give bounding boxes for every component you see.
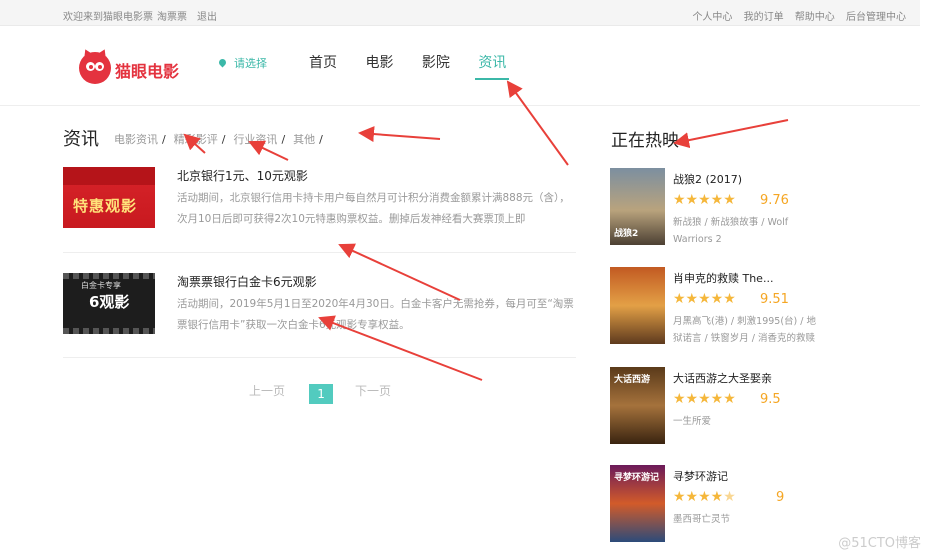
news-item[interactable]: 白金卡专享 6观影 淘票票银行白金卡6元观影 活动期间，2019年5月1日至20… <box>63 272 576 358</box>
location-pin-icon <box>217 57 228 68</box>
city-label: 请选择 <box>234 57 267 70</box>
movie-poster[interactable]: 大话西游 <box>610 367 665 444</box>
news-description: 活动期间，北京银行信用卡持卡用户每自然月可计积分消费金额累计满888元（含），次… <box>177 192 570 225</box>
movie-poster[interactable] <box>610 267 665 344</box>
watermark: @51CTO博客 <box>838 536 921 551</box>
movie-card[interactable]: 肖申克的救赎 The... ★★★★★ 9.51 月黑高飞(港) / 刺激199… <box>610 267 910 347</box>
movie-score: 9 <box>776 490 785 505</box>
prev-page-button[interactable]: 上一页 <box>249 384 285 398</box>
logo-text: 猫眼电影 <box>115 62 180 81</box>
top-bar: 欢迎来到猫眼电影票 淘票票 退出 个人中心 我的订单 帮助中心 后台管理中心 <box>0 0 920 26</box>
nav-home[interactable]: 首页 <box>309 52 337 72</box>
top-bar-links: 个人中心 我的订单 帮助中心 后台管理中心 <box>684 8 906 23</box>
username-link[interactable]: 淘票票 <box>157 12 187 23</box>
news-thumbnail[interactable]: 白金卡专享 6观影 <box>63 273 155 334</box>
nav-cinemas[interactable]: 影院 <box>422 52 450 72</box>
thumbnail-text: 特惠观影 <box>73 197 138 215</box>
rating-stars: ★★★★★ <box>673 291 736 307</box>
rating-stars: ★★★★★ <box>673 192 736 208</box>
news-headline[interactable]: 北京银行1元、10元观影 <box>177 167 308 184</box>
category-reviews[interactable]: 精彩影评 <box>174 133 218 146</box>
movie-score: 9.51 <box>760 292 789 307</box>
movie-poster[interactable]: 寻梦环游记 <box>610 465 665 542</box>
site-header: 猫眼电影 请选择 首页 电影 影院 资讯 <box>0 26 920 106</box>
news-categories: 电影资讯 / 精彩影评 / 行业资讯 / 其他 / <box>114 131 331 147</box>
news-thumbnail[interactable]: 特惠观影 <box>63 167 155 228</box>
annotation-arrow <box>673 119 789 149</box>
news-item[interactable]: 特惠观影 北京银行1元、10元观影 活动期间，北京银行信用卡持卡用户每自然月可计… <box>63 166 576 253</box>
nav-movies[interactable]: 电影 <box>365 52 393 72</box>
movie-score: 9.5 <box>760 392 781 407</box>
movie-poster[interactable]: 战狼2 <box>610 168 665 245</box>
movie-aliases: 墨西哥亡灵节 <box>673 514 731 525</box>
movie-score: 9.76 <box>760 193 789 208</box>
news-headline[interactable]: 淘票票银行白金卡6元观影 <box>177 273 317 290</box>
category-separator: / <box>319 133 323 146</box>
user-center-link[interactable]: 个人中心 <box>692 12 732 23</box>
thumbnail-text: 6观影 <box>89 293 130 311</box>
main-nav: 首页 电影 影院 资讯 <box>309 52 530 80</box>
current-page[interactable]: 1 <box>309 384 334 404</box>
thumbnail-subtext: 白金卡专享 <box>81 281 121 290</box>
movie-aliases: 新战狼 / 新战狼故事 / Wolf Warriors 2 <box>673 217 789 245</box>
now-showing-title: 正在热映 <box>611 131 679 151</box>
poster-text: 寻梦环游记 <box>614 473 660 483</box>
movie-card[interactable]: 战狼2 战狼2 (2017) ★★★★★ 9.76 新战狼 / 新战狼故事 / … <box>610 168 910 248</box>
top-bar-left: 欢迎来到猫眼电影票 淘票票 退出 <box>63 8 221 23</box>
category-movie-news[interactable]: 电影资讯 <box>114 133 158 146</box>
nav-news[interactable]: 资讯 <box>475 52 510 80</box>
my-orders-link[interactable]: 我的订单 <box>744 12 784 23</box>
category-separator: / <box>221 133 226 146</box>
news-section-title: 资讯 <box>63 129 99 150</box>
movie-card[interactable]: 大话西游 大话西游之大圣娶亲 ★★★★★ 9.5 一生所爱 <box>610 367 910 447</box>
annotation-arrow <box>358 126 441 143</box>
poster-text: 大话西游 <box>614 375 651 385</box>
cat-logo-icon <box>79 47 111 84</box>
next-page-button[interactable]: 下一页 <box>355 384 391 398</box>
rating-stars: ★★★★★ <box>673 489 736 505</box>
movie-aliases: 一生所爱 <box>673 416 712 427</box>
movie-aliases: 月黑高飞(港) / 刺激1995(台) / 地狱诺言 / 铁窗岁月 / 消香克的… <box>673 316 816 344</box>
help-center-link[interactable]: 帮助中心 <box>795 12 835 23</box>
movie-title[interactable]: 战狼2 (2017) <box>673 171 742 187</box>
pagination: 上一页 1 下一页 <box>249 382 391 404</box>
category-industry[interactable]: 行业资讯 <box>233 133 277 146</box>
movie-title[interactable]: 大话西游之大圣娶亲 <box>673 370 772 386</box>
logout-link[interactable]: 退出 <box>197 12 217 23</box>
category-separator: / <box>281 133 286 146</box>
movie-title[interactable]: 寻梦环游记 <box>673 468 728 484</box>
city-selector[interactable]: 请选择 <box>217 55 267 71</box>
admin-center-link[interactable]: 后台管理中心 <box>846 12 906 23</box>
site-logo[interactable]: 猫眼电影 <box>79 47 189 84</box>
rating-stars: ★★★★★ <box>673 391 736 407</box>
category-other[interactable]: 其他 <box>293 133 315 146</box>
category-separator: / <box>162 133 166 146</box>
welcome-text: 欢迎来到猫眼电影票 <box>63 12 153 23</box>
poster-text: 战狼2 <box>614 229 639 239</box>
movie-title[interactable]: 肖申克的救赎 The... <box>673 270 773 286</box>
news-description: 活动期间，2019年5月1日至2020年4月30日。白金卡客户无需抢券，每月可至… <box>177 298 574 331</box>
